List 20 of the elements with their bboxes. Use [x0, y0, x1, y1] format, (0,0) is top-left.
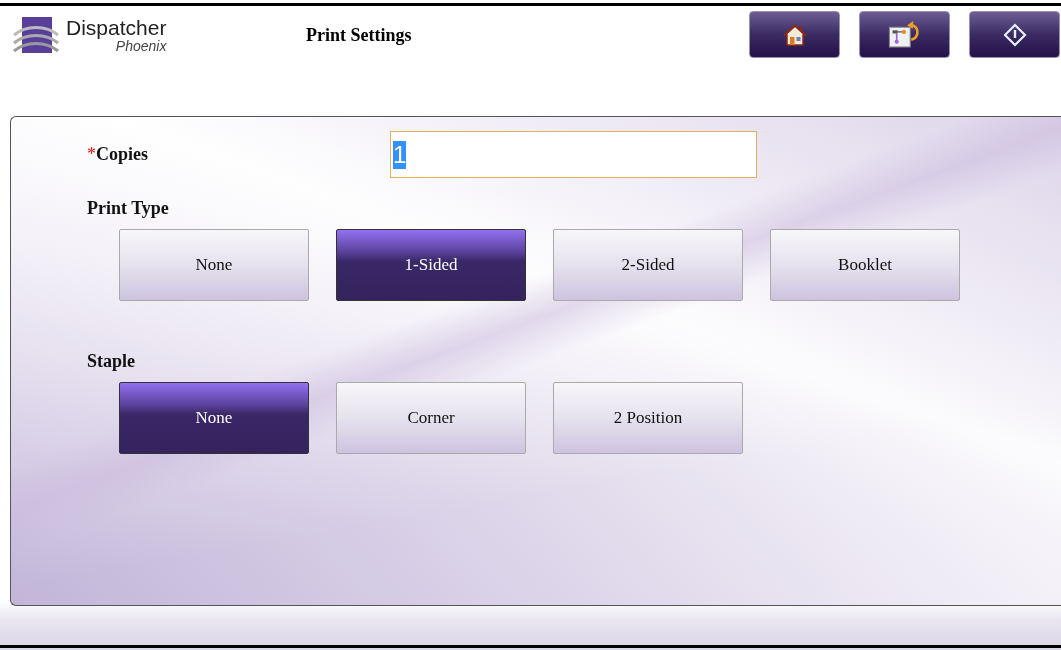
section-label: Print Type [87, 198, 170, 219]
option-button[interactable]: Corner [336, 382, 526, 454]
workflow-return-icon [887, 21, 922, 48]
option-button[interactable]: Booklet [770, 229, 960, 301]
copies-label: *Copies [87, 144, 149, 165]
option-button[interactable]: 2-Sided [553, 229, 743, 301]
home-icon [781, 22, 808, 47]
logo-subtitle: Phoenix [115, 38, 167, 54]
option-button[interactable]: None [119, 382, 309, 454]
workflow-button[interactable] [859, 11, 950, 58]
option-button[interactable]: 2 Position [553, 382, 743, 454]
logo-mark-icon [12, 15, 60, 55]
home-button[interactable] [749, 11, 840, 58]
start-button[interactable] [969, 11, 1060, 58]
page-title: Print Settings [306, 24, 413, 46]
option-button[interactable]: 1-Sided [336, 229, 526, 301]
start-icon [1002, 22, 1027, 47]
logo-name: Dispatcher [66, 16, 167, 39]
section-label: Staple [87, 351, 136, 372]
option-button[interactable]: None [119, 229, 309, 301]
